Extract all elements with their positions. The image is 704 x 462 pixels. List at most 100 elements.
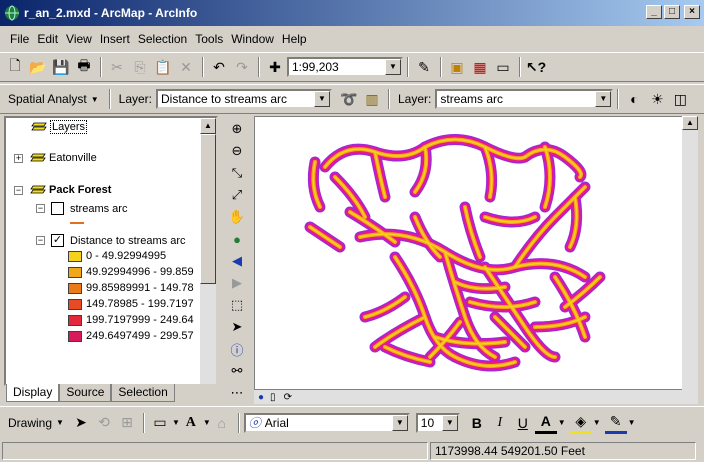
minimize-button[interactable]: _ <box>646 5 662 19</box>
pan-hand-icon[interactable]: ✋ <box>227 206 247 228</box>
find-binoculars-icon[interactable]: ⚯ <box>227 360 247 382</box>
histogram-icon[interactable]: ▥ <box>361 88 383 110</box>
font-size-select[interactable]: 10 ▼ <box>415 412 460 433</box>
menu-selection[interactable]: Selection <box>134 32 191 46</box>
edit-vertices-icon[interactable]: ⌂ <box>211 412 233 434</box>
menu-file[interactable]: File <box>6 32 33 46</box>
chevron-down-icon[interactable]: ▼ <box>441 414 458 431</box>
rotate-icon[interactable]: ⟲ <box>93 412 115 434</box>
layer-visibility-checkbox[interactable]: ✓ <box>51 234 64 247</box>
toc-streams-arc-row[interactable]: − streams arc <box>36 202 127 215</box>
legend-class[interactable]: 0 - 49.92994995 <box>68 250 166 262</box>
menu-view[interactable]: View <box>62 32 96 46</box>
command-line-icon[interactable]: ▭ <box>492 56 514 78</box>
spatial-analyst-menu[interactable]: Spatial Analyst <box>8 92 87 106</box>
paste-icon[interactable]: 📋 <box>152 56 174 78</box>
add-data-icon[interactable]: ✚ <box>264 56 286 78</box>
collapse-icon[interactable]: − <box>36 204 45 213</box>
chevron-down-icon[interactable]: ▼ <box>628 418 636 427</box>
toc-distance-row[interactable]: − ✓ Distance to streams arc <box>36 234 186 247</box>
menu-help[interactable]: Help <box>278 32 311 46</box>
map-vertical-scrollbar[interactable]: ▲ <box>682 116 698 390</box>
arctoolbox-icon[interactable]: ▦ <box>469 56 491 78</box>
transparency-icon[interactable]: ◫ <box>669 88 691 110</box>
zoom-in-icon[interactable]: ⊕ <box>227 118 247 140</box>
font-select[interactable]: ⓞ Arial ▼ <box>243 412 410 433</box>
rectangle-icon[interactable]: ▭ <box>149 412 171 434</box>
print-icon[interactable]: 🖶 <box>73 56 95 78</box>
toc-pack-forest-row[interactable]: − Pack Forest <box>14 184 111 196</box>
cut-icon[interactable]: ✂ <box>106 56 128 78</box>
zoom-out-icon[interactable]: ⊖ <box>227 140 247 162</box>
chevron-down-icon[interactable]: ▼ <box>172 418 180 427</box>
toc-layers-row[interactable]: Layers <box>30 120 88 134</box>
bold-button[interactable]: B <box>466 412 488 434</box>
menu-insert[interactable]: Insert <box>96 32 134 46</box>
tab-source[interactable]: Source <box>59 384 112 402</box>
expand-icon[interactable]: + <box>14 153 23 163</box>
chevron-down-icon[interactable]: ▼ <box>595 91 612 107</box>
menu-tools[interactable]: Tools <box>191 32 227 46</box>
chevron-down-icon[interactable]: ▼ <box>391 414 408 431</box>
select-features-icon[interactable]: ⬚ <box>227 294 247 316</box>
tab-display[interactable]: Display <box>6 384 60 402</box>
measure-icon[interactable]: ⋯ <box>227 382 247 404</box>
toc-eatonville-row[interactable]: + Eatonville <box>14 152 97 164</box>
chevron-down-icon[interactable]: ▼ <box>91 95 99 104</box>
legend-class[interactable]: 99.85989991 - 149.78 <box>68 282 194 294</box>
layer-visibility-checkbox[interactable] <box>51 202 64 215</box>
maximize-button[interactable]: □ <box>664 5 680 19</box>
forward-arrow-icon[interactable]: ▶ <box>227 272 247 294</box>
menu-edit[interactable]: Edit <box>33 32 62 46</box>
scroll-thumb[interactable] <box>200 134 216 284</box>
contour-icon[interactable]: ➰ <box>338 88 360 110</box>
scroll-up-icon[interactable]: ▲ <box>682 116 698 130</box>
legend-class[interactable]: 149.78985 - 199.7197 <box>68 298 194 310</box>
italic-button[interactable]: I <box>489 412 511 434</box>
chevron-down-icon[interactable]: ▼ <box>203 418 211 427</box>
drawing-menu[interactable]: Drawing <box>8 416 52 430</box>
collapse-icon[interactable]: − <box>36 236 45 245</box>
chevron-down-icon[interactable]: ▼ <box>593 418 601 427</box>
chevron-down-icon[interactable]: ▼ <box>56 418 64 427</box>
menu-window[interactable]: Window <box>227 32 278 46</box>
open-folder-icon[interactable]: 📂 <box>27 56 49 78</box>
chevron-down-icon[interactable]: ▼ <box>314 91 330 107</box>
toc-scrollbar[interactable]: ▲ <box>200 118 216 384</box>
underline-button[interactable]: U <box>512 412 534 434</box>
zoom-to-selected-icon[interactable]: ⊞ <box>116 412 138 434</box>
new-document-icon[interactable]: 🗋 <box>4 56 26 78</box>
delete-icon[interactable]: ✕ <box>175 56 197 78</box>
identify-icon[interactable]: ⓘ <box>227 338 247 360</box>
refresh-icon[interactable]: ⟳ <box>284 392 292 403</box>
fill-color-icon[interactable]: ◈ <box>569 412 592 434</box>
contrast-icon[interactable]: ◐ <box>623 88 645 110</box>
fixed-zoom-in-icon[interactable]: ⤡ <box>227 162 247 184</box>
close-button[interactable]: × <box>684 5 700 19</box>
line-color-icon[interactable]: ✎ <box>604 412 627 434</box>
fixed-zoom-out-icon[interactable]: ⤢ <box>227 184 247 206</box>
arccatalog-icon[interactable]: ▣ <box>446 56 468 78</box>
chevron-down-icon[interactable]: ▼ <box>558 418 566 427</box>
legend-class[interactable]: 249.6497499 - 299.57 <box>68 330 194 342</box>
whats-this-help-icon[interactable]: ↖? <box>525 56 547 78</box>
select-elements-icon[interactable]: ➤ <box>227 316 247 338</box>
brightness-icon[interactable]: ☀ <box>646 88 668 110</box>
map-scale-combo[interactable]: 1:99,203 ▼ <box>287 57 403 77</box>
scroll-up-icon[interactable]: ▲ <box>200 118 216 134</box>
legend-class[interactable]: 199.7197999 - 249.64 <box>68 314 194 326</box>
data-view-icon[interactable]: ● <box>258 392 264 403</box>
full-extent-globe-icon[interactable]: ● <box>227 228 247 250</box>
editor-toolbar-icon[interactable]: ✎ <box>413 56 435 78</box>
redo-icon[interactable]: ↷ <box>231 56 253 78</box>
layout-view-icon[interactable]: ▯ <box>270 392 276 403</box>
text-tool-icon[interactable]: A <box>180 412 202 434</box>
font-color-button[interactable]: A <box>534 412 557 434</box>
chevron-down-icon[interactable]: ▼ <box>385 59 401 75</box>
back-arrow-icon[interactable]: ◀ <box>227 250 247 272</box>
map-horizontal-scrollbar[interactable]: ● ▯ ⟳ <box>254 390 698 404</box>
map-display[interactable] <box>254 116 698 390</box>
layer-select[interactable]: Distance to streams arc ▼ <box>156 89 332 109</box>
tab-selection[interactable]: Selection <box>111 384 175 402</box>
collapse-icon[interactable]: − <box>14 185 23 195</box>
